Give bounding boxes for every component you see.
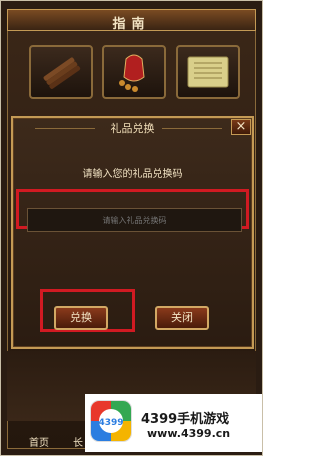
- bamboo-scroll-icon[interactable]: [29, 45, 93, 99]
- home-label[interactable]: 首页: [29, 434, 49, 449]
- redeem-button[interactable]: 兑换: [54, 306, 108, 330]
- watermark-badge: 4399 4399手机游戏 www.4399.cn: [85, 394, 262, 452]
- paper-scroll-icon[interactable]: [176, 45, 240, 99]
- game-screen: 指南 礼品兑换 × 请输入您的礼品兑换码 请输入礼品兑换码 兑换 关闭 首页 长…: [0, 0, 263, 456]
- dialog-title: 礼品兑换: [110, 122, 155, 135]
- watermark-title: 4399手机游戏: [141, 412, 230, 427]
- 4399-logo: 4399: [91, 401, 131, 441]
- close-button[interactable]: 关闭: [155, 306, 209, 330]
- close-icon[interactable]: ×: [231, 119, 251, 135]
- svg-text:4399: 4399: [98, 418, 123, 428]
- redeem-code-input[interactable]: [27, 208, 242, 232]
- page-title: 指南: [112, 17, 151, 32]
- gift-redeem-dialog: 礼品兑换 × 请输入您的礼品兑换码 兑换 关闭: [11, 116, 254, 349]
- title-bar: 指南: [7, 9, 256, 32]
- footer-partial-label[interactable]: 长: [73, 434, 83, 449]
- redeem-prompt: 请输入您的礼品兑换码: [82, 169, 183, 180]
- watermark-url: www.4399.cn: [147, 427, 231, 440]
- gift-bag-icon[interactable]: [102, 45, 166, 99]
